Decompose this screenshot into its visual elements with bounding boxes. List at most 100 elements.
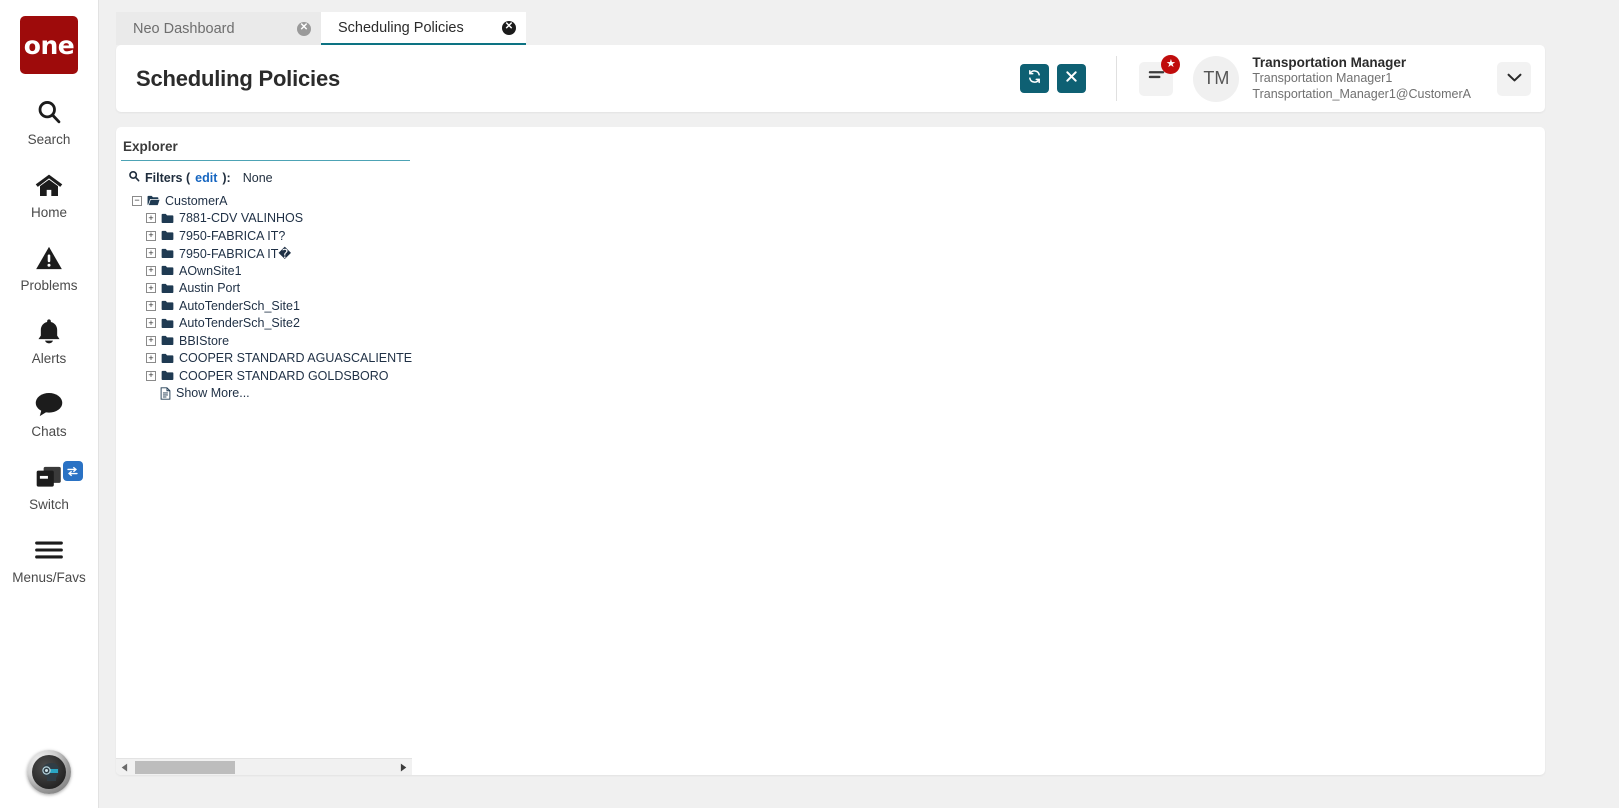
swap-arrows-icon[interactable] — [62, 461, 83, 481]
tree-node-autotendersch-site1[interactable]: + AutoTenderSch_Site1 — [116, 297, 412, 315]
hamburger-menu-icon — [1148, 69, 1165, 88]
folder-icon — [161, 283, 174, 294]
tree-node-bbistore[interactable]: + BBIStore — [116, 332, 412, 350]
triangle-left-icon[interactable] — [116, 759, 133, 776]
tree-node-show-more[interactable]: Show More... — [116, 385, 412, 403]
sidebar-item-alerts[interactable]: Alerts — [0, 315, 99, 366]
expand-toggle-plus-icon[interactable]: + — [146, 283, 156, 294]
tab-explorer[interactable]: Explorer — [121, 139, 410, 161]
tree-node-label: CustomerA — [165, 193, 228, 208]
filters-label-end: ): — [222, 170, 231, 185]
expand-toggle-plus-icon[interactable]: + — [146, 300, 156, 311]
tree-node-austin-port[interactable]: + Austin Port — [116, 280, 412, 298]
close-page-button[interactable] — [1057, 64, 1087, 93]
expand-toggle-plus-icon[interactable]: + — [146, 248, 156, 259]
scrollbar-thumb[interactable] — [135, 760, 235, 774]
x-icon — [1065, 70, 1078, 88]
tree-node-cooper-standard-aguascalientes[interactable]: + COOPER STANDARD AGUASCALIENTES — [116, 350, 412, 368]
sidebar-item-chats[interactable]: Chats — [0, 388, 99, 439]
tree-node-label: Show More... — [176, 386, 250, 401]
sidebar-item-label: Switch — [29, 497, 69, 512]
sidebar-item-search[interactable]: Search — [0, 96, 99, 147]
filters-edit-link[interactable]: edit — [195, 171, 217, 185]
sidebar-item-switch[interactable]: Switch — [0, 461, 99, 512]
expand-toggle-plus-icon[interactable]: + — [146, 230, 156, 241]
sidebar-item-label: Menus/Favs — [12, 570, 86, 585]
expand-toggle-plus-icon[interactable]: + — [146, 335, 156, 346]
close-circle-icon[interactable]: ✕ — [297, 21, 311, 36]
sidebar-item-problems[interactable]: Problems — [0, 242, 99, 293]
page-header: Scheduling Policies ★ TM Transportation … — [116, 45, 1545, 112]
tree-node-7881-cdv-valinhos[interactable]: + 7881-CDV VALINHOS — [116, 210, 412, 228]
user-info: Transportation Manager Transportation Ma… — [1252, 55, 1471, 102]
left-nav-rail: one Search Home Problems Alerts Chats Sw… — [0, 0, 99, 808]
tree-node-autotendersch-site2[interactable]: + AutoTenderSch_Site2 — [116, 315, 412, 333]
search-icon — [128, 170, 140, 185]
expand-toggle-plus-icon[interactable]: + — [146, 318, 156, 329]
ai-assistant-orb-icon[interactable] — [27, 750, 71, 794]
explorer-panel: Explorer Filters ( edit ): None − Custom… — [116, 127, 412, 775]
filters-label: Filters ( — [145, 170, 191, 185]
folder-icon — [161, 230, 174, 241]
tab-label: Scheduling Policies — [338, 19, 464, 36]
explorer-horizontal-scrollbar[interactable] — [116, 758, 412, 775]
tab-neo-dashboard[interactable]: Neo Dashboard ✕ — [116, 12, 321, 45]
content-card: Explorer Filters ( edit ): None − Custom… — [116, 127, 1545, 775]
tree-node-label: 7950-FABRICA IT? — [179, 228, 286, 243]
collapse-toggle-minus-icon[interactable]: − — [132, 195, 142, 206]
folder-icon — [161, 318, 174, 329]
sidebar-item-home[interactable]: Home — [0, 169, 99, 220]
tree-node-aownsite1[interactable]: + AOwnSite1 — [116, 262, 412, 280]
triangle-right-icon[interactable] — [395, 759, 412, 776]
warning-triangle-icon — [35, 242, 63, 274]
sidebar-item-menus-favs[interactable]: Menus/Favs — [0, 534, 99, 585]
folder-icon — [161, 248, 174, 259]
home-icon — [34, 169, 64, 201]
refresh-button[interactable] — [1020, 64, 1050, 93]
scrollbar-track[interactable] — [133, 759, 395, 776]
document-icon — [160, 387, 171, 400]
sidebar-item-label: Alerts — [31, 351, 67, 366]
tree-node-label: AutoTenderSch_Site2 — [179, 316, 300, 331]
brand-logo[interactable]: one — [20, 16, 78, 74]
tree-node-7950-fabrica-it-replacement[interactable]: + 7950-FABRICA IT� — [116, 245, 412, 263]
user-role: Transportation Manager — [1252, 55, 1407, 71]
filters-value: None — [242, 170, 273, 185]
folder-icon — [161, 300, 174, 311]
tab-label: Neo Dashboard — [133, 20, 235, 37]
avatar: TM — [1193, 55, 1240, 102]
sidebar-item-label: Problems — [20, 278, 78, 293]
user-name: Transportation Manager1 — [1252, 71, 1393, 86]
expand-toggle-plus-icon[interactable]: + — [146, 213, 156, 224]
windows-stack-icon — [34, 461, 64, 493]
header-menu-button[interactable]: ★ — [1139, 54, 1181, 96]
close-circle-icon[interactable]: ✕ — [502, 20, 516, 35]
tree-node-label: 7881-CDV VALINHOS — [179, 211, 304, 226]
search-icon — [35, 96, 63, 128]
tree-node-label: COOPER STANDARD AGUASCALIENTES — [179, 351, 412, 366]
tree-node-label: AutoTenderSch_Site1 — [179, 298, 300, 313]
expand-toggle-plus-icon[interactable]: + — [146, 370, 156, 381]
filters-row: Filters ( edit ): None — [116, 161, 412, 185]
expand-toggle-plus-icon[interactable]: + — [146, 353, 156, 364]
user-menu-dropdown-button[interactable] — [1497, 61, 1531, 96]
tree-node-label: Austin Port — [179, 281, 241, 296]
chevron-down-icon — [1506, 70, 1523, 88]
folder-icon — [161, 370, 174, 381]
tree-node-label: BBIStore — [179, 333, 230, 348]
hamburger-icon — [34, 534, 64, 566]
tree-node-label: COOPER STANDARD GOLDSBORO — [179, 368, 389, 383]
tree-node-7950-fabrica-it-q[interactable]: + 7950-FABRICA IT? — [116, 227, 412, 245]
explorer-tab-row: Explorer — [116, 127, 412, 161]
folder-icon — [161, 265, 174, 276]
folder-icon — [161, 335, 174, 346]
sidebar-item-label: Chats — [31, 424, 67, 439]
app-window: one Search Home Problems Alerts Chats Sw… — [0, 0, 1619, 808]
chat-bubble-icon — [34, 388, 64, 420]
expand-toggle-plus-icon[interactable]: + — [146, 265, 156, 276]
tree-node-customera[interactable]: − CustomerA — [116, 192, 412, 210]
sidebar-item-label: Search — [27, 132, 71, 147]
bell-icon — [36, 315, 62, 347]
tree-node-cooper-standard-goldsboro[interactable]: + COOPER STANDARD GOLDSBORO — [116, 367, 412, 385]
tab-scheduling-policies[interactable]: Scheduling Policies ✕ — [321, 12, 526, 45]
